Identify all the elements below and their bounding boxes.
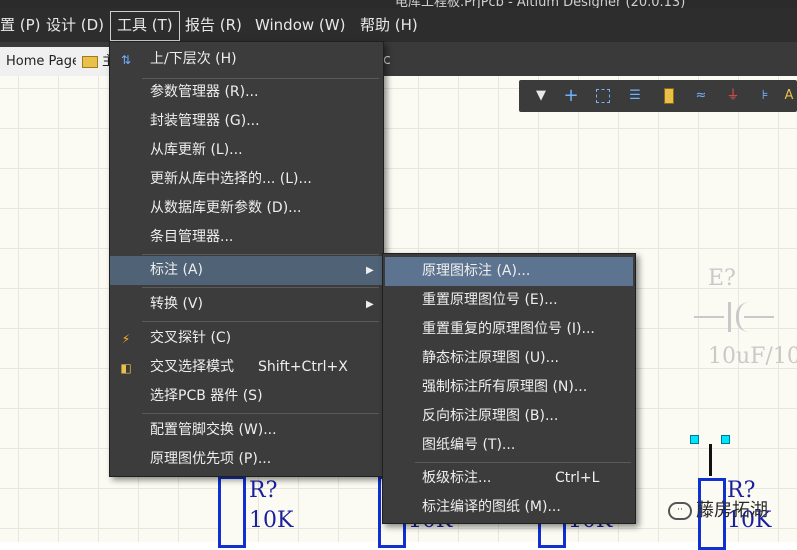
component-icon[interactable] [659, 86, 679, 106]
window-titlebar: 电库工程板.PrjPcb - Altium Designer (20.0.13) [0, 0, 797, 8]
menu-separator [142, 254, 379, 255]
menu-item-reset-duplicate-designators[interactable]: 重置重复的原理图位号 (I)... [383, 315, 635, 344]
menu-item-force-annotate-all[interactable]: 强制标注所有原理图 (N)... [383, 373, 635, 402]
selection-handle-icon[interactable] [690, 435, 699, 444]
tab-home-page[interactable]: Home Page [0, 47, 80, 76]
menu-item-cross-select-mode[interactable]: ◧ 交叉选择模式 Shift+Ctrl+X [110, 353, 383, 382]
menu-item-update-selected-from-library[interactable]: 更新从库中选择的... (L)... [110, 165, 383, 194]
menu-item-parameter-manager[interactable]: 参数管理器 (R)... [110, 78, 383, 107]
menu-item-configure-pin-swapping[interactable]: 配置管脚交换 (W)... [110, 416, 383, 445]
menu-item-item-manager[interactable]: 条目管理器... [110, 223, 383, 252]
schematic-doc-icon [82, 55, 98, 68]
menu-separator [142, 321, 379, 322]
menu-item-update-parameters-from-db[interactable]: 从数据库更新参数 (D)... [110, 194, 383, 223]
menu-separator [142, 413, 379, 414]
menu-item-hierarchy[interactable]: ⇅ 上/下层次 (H) [110, 45, 383, 74]
cross-select-icon: ◧ [120, 361, 132, 375]
bus-icon[interactable]: ⊧ [755, 86, 775, 106]
resistor-1-designator: R? [249, 478, 278, 503]
menu-separator [415, 462, 631, 463]
wechat-logo-icon: ·· [668, 502, 692, 520]
cross-probe-icon: ⚡ [121, 332, 131, 346]
capacitor-value: 10uF/10 [708, 344, 797, 369]
watermark: ·· 藤房拓湖 [668, 496, 768, 522]
menu-item-footprint-manager[interactable]: 封装管理器 (G)... [110, 107, 383, 136]
selection-handle-icon[interactable] [721, 435, 730, 444]
menu-item-annotate-compiled-sheets[interactable]: 标注编译的图纸 (M)... [383, 493, 635, 522]
menu-item-reset-designators[interactable]: 重置原理图位号 (E)... [383, 286, 635, 315]
hierarchy-arrows-icon: ⇅ [120, 53, 132, 67]
resistor-1[interactable] [218, 476, 246, 548]
tab-trailing-text: c [383, 52, 391, 68]
align-icon[interactable]: ☰ [625, 86, 645, 106]
menu-item-annotation[interactable]: 标注 (A) ▶ [110, 256, 383, 285]
capacitor-designator: E? [708, 266, 736, 291]
menu-window[interactable]: Window (W) [249, 11, 351, 39]
resistor-1-value: 10K [249, 508, 294, 533]
filter-icon[interactable]: ▼ [531, 86, 551, 106]
text-icon[interactable]: A [779, 86, 797, 106]
menu-item-number-sheets[interactable]: 图纸编号 (T)... [383, 431, 635, 460]
menu-separator [142, 287, 379, 288]
select-rect-icon[interactable] [593, 86, 613, 106]
active-bar-toolbar: ▼ + ☰ ≈ ⏚ ⊧ A [519, 80, 797, 112]
menu-tools[interactable]: 工具 (T) [110, 11, 180, 41]
submenu-arrow-icon: ▶ [366, 265, 374, 276]
menu-item-update-from-library[interactable]: 从库更新 (L)... [110, 136, 383, 165]
menu-item-select-pcb-components[interactable]: 选择PCB 器件 (S) [110, 382, 383, 411]
menu-item-annotate-schematics[interactable]: 原理图标注 (A)... [385, 257, 633, 286]
annotation-submenu: 原理图标注 (A)... 重置原理图位号 (E)... 重置重复的原理图位号 (… [382, 253, 636, 524]
resistor-4-lead [709, 444, 712, 476]
submenu-arrow-icon: ▶ [366, 299, 374, 310]
tools-menu: ⇅ 上/下层次 (H) 参数管理器 (R)... 封装管理器 (G)... 从库… [109, 41, 384, 477]
menu-item-back-annotate[interactable]: 反向标注原理图 (B)... [383, 402, 635, 431]
crosshair-icon[interactable]: + [561, 86, 581, 106]
ground-icon[interactable]: ⏚ [723, 86, 743, 106]
menu-item-annotate-quietly[interactable]: 静态标注原理图 (U)... [383, 344, 635, 373]
window-title: 电库工程板.PrjPcb - Altium Designer (20.0.13) [395, 0, 686, 8]
menu-item-schematic-preferences[interactable]: 原理图优先项 (P)... [110, 445, 383, 474]
menu-item-board-level-annotate[interactable]: 板级标注... Ctrl+L [383, 464, 635, 493]
menu-item-cross-probe[interactable]: ⚡ 交叉探针 (C) [110, 324, 383, 353]
menu-design[interactable]: 设计 (D) [40, 11, 110, 39]
menu-reports[interactable]: 报告 (R) [179, 11, 248, 39]
menubar: 置 (P) 设计 (D) 工具 (T) 报告 (R) Window (W) 帮助… [0, 8, 797, 42]
menu-item-convert[interactable]: 转换 (V) ▶ [110, 290, 383, 319]
capacitor-symbol[interactable] [694, 300, 774, 332]
wire-icon[interactable]: ≈ [691, 86, 711, 106]
menu-help[interactable]: 帮助 (H) [354, 11, 424, 39]
